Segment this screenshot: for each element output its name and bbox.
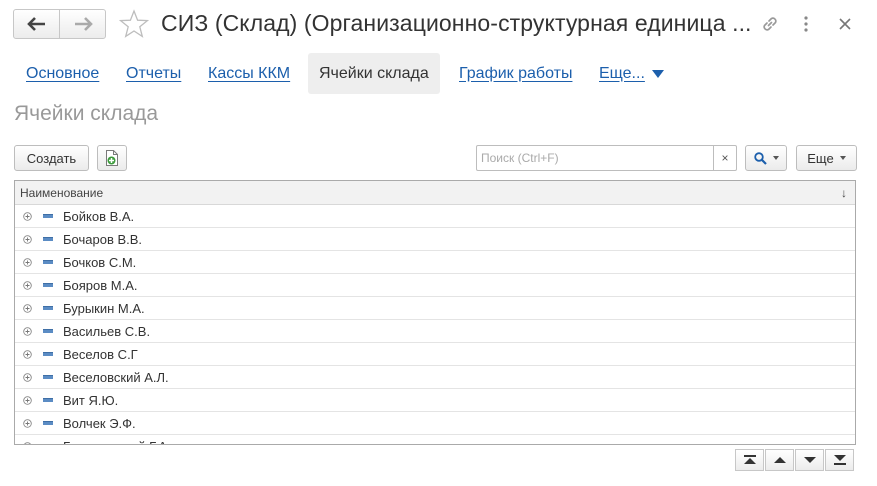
tab-more[interactable]: Еще... <box>599 53 664 94</box>
group-folder-icon <box>43 283 53 287</box>
expand-plus-icon[interactable] <box>22 303 32 313</box>
menu-button[interactable] <box>794 12 818 36</box>
expand-plus-icon[interactable] <box>22 234 32 244</box>
section-title: Ячейки склада <box>14 102 159 125</box>
group-folder-icon <box>43 214 53 218</box>
table-row[interactable]: Бурыкин М.А. <box>15 297 855 320</box>
back-button[interactable] <box>14 10 59 38</box>
expand-plus-icon[interactable] <box>22 441 32 444</box>
row-name: Гончаровский Г.А. <box>63 439 170 445</box>
tab-label: График работы <box>459 64 573 82</box>
tab-label: Еще... <box>599 64 645 82</box>
row-name: Васильев С.В. <box>63 323 151 339</box>
move-last-button[interactable] <box>825 449 854 471</box>
group-folder-icon <box>43 375 53 379</box>
arrow-left-icon <box>26 17 45 31</box>
search-field: × <box>476 145 737 171</box>
expand-plus-icon[interactable] <box>22 395 32 405</box>
caret-down-icon <box>651 69 664 78</box>
table-row[interactable]: Васильев С.В. <box>15 320 855 343</box>
group-folder-icon <box>43 260 53 264</box>
search-input[interactable] <box>477 146 713 170</box>
link-button[interactable] <box>758 12 782 36</box>
group-folder-icon <box>43 237 53 241</box>
table-row[interactable]: Бочков С.М. <box>15 251 855 274</box>
window-title: СИЗ (Склад) (Организационно-структурная … <box>161 10 752 36</box>
clear-search-button[interactable]: × <box>713 146 736 170</box>
more-vertical-icon <box>804 16 808 32</box>
row-name: Вит Я.Ю. <box>63 392 119 408</box>
move-down-icon <box>803 457 816 463</box>
expand-plus-icon[interactable] <box>22 372 32 382</box>
cells-table: Наименование ↓ Бойков В.А. Бочаров В.В. Бо… <box>14 180 856 445</box>
expand-plus-icon[interactable] <box>22 257 32 267</box>
table-row[interactable]: Бойков В.А. <box>15 205 855 228</box>
row-name: Бочаров В.В. <box>63 231 143 247</box>
table-row[interactable]: Бочаров В.В. <box>15 228 855 251</box>
row-name: Бояров М.А. <box>63 277 138 293</box>
tab-main[interactable]: Основное <box>26 53 99 94</box>
tab-label: Кассы ККМ <box>208 64 291 82</box>
move-first-icon <box>743 455 756 464</box>
table-body: Бойков В.А. Бочаров В.В. Бочков С.М. Бояров… <box>15 205 855 445</box>
close-icon <box>839 18 851 30</box>
tab-label: Основное <box>26 64 100 82</box>
group-folder-icon <box>43 421 53 425</box>
table-row[interactable]: Веселов С.Г <box>15 343 855 366</box>
create-copy-icon <box>106 150 118 166</box>
table-row[interactable]: Гончаровский Г.А. <box>15 435 855 445</box>
table-header[interactable]: Наименование ↓ <box>15 181 855 205</box>
row-name: Веселовский А.Л. <box>63 369 169 385</box>
group-folder-icon <box>43 352 53 356</box>
row-name: Волчек Э.Ф. <box>63 415 136 431</box>
group-folder-icon <box>43 306 53 310</box>
more-button-label: Еще <box>807 150 834 166</box>
more-button[interactable]: Еще <box>796 145 857 171</box>
group-folder-icon <box>43 329 53 333</box>
tab-reports[interactable]: Отчеты <box>126 53 181 94</box>
row-name: Бурыкин М.А. <box>63 300 145 316</box>
close-button[interactable] <box>833 12 857 36</box>
move-down-button[interactable] <box>795 449 824 471</box>
expand-plus-icon[interactable] <box>22 211 32 221</box>
move-last-icon <box>833 455 846 465</box>
expand-plus-icon[interactable] <box>22 280 32 290</box>
expand-plus-icon[interactable] <box>22 349 32 359</box>
link-icon <box>763 17 777 31</box>
move-up-icon <box>773 457 786 463</box>
navigation-buttons <box>13 9 106 39</box>
chevron-down-icon <box>839 156 846 160</box>
row-name: Веселов С.Г <box>63 346 138 362</box>
sort-indicator: ↓ <box>841 185 847 200</box>
table-row[interactable]: Веселовский А.Л. <box>15 366 855 389</box>
table-row[interactable]: Вит Я.Ю. <box>15 389 855 412</box>
copy-button[interactable] <box>97 145 127 171</box>
tab-label: Ячейки склада <box>319 64 429 82</box>
star-icon <box>118 9 150 38</box>
column-header-name: Наименование <box>20 185 104 200</box>
forward-button[interactable] <box>59 10 105 38</box>
row-name: Бойков В.А. <box>63 208 135 224</box>
tab-work-schedule[interactable]: График работы <box>459 53 572 94</box>
tab-label: Отчеты <box>126 64 182 82</box>
tab-cash-registers[interactable]: Кассы ККМ <box>208 53 290 94</box>
row-name: Бочков С.М. <box>63 254 137 270</box>
group-folder-icon <box>43 398 53 402</box>
chevron-down-icon <box>772 156 779 160</box>
move-up-button[interactable] <box>765 449 794 471</box>
expand-plus-icon[interactable] <box>22 326 32 336</box>
favorite-button[interactable] <box>118 9 150 39</box>
tab-warehouse-cells[interactable]: Ячейки склада <box>308 53 440 94</box>
search-icon <box>753 151 767 165</box>
arrow-right-icon <box>74 17 93 31</box>
group-folder-icon <box>43 444 53 445</box>
create-button[interactable]: Создать <box>14 145 89 171</box>
table-row[interactable]: Волчек Э.Ф. <box>15 412 855 435</box>
expand-plus-icon[interactable] <box>22 418 32 428</box>
search-options-button[interactable] <box>745 145 787 171</box>
move-first-button[interactable] <box>735 449 764 471</box>
table-row[interactable]: Бояров М.А. <box>15 274 855 297</box>
